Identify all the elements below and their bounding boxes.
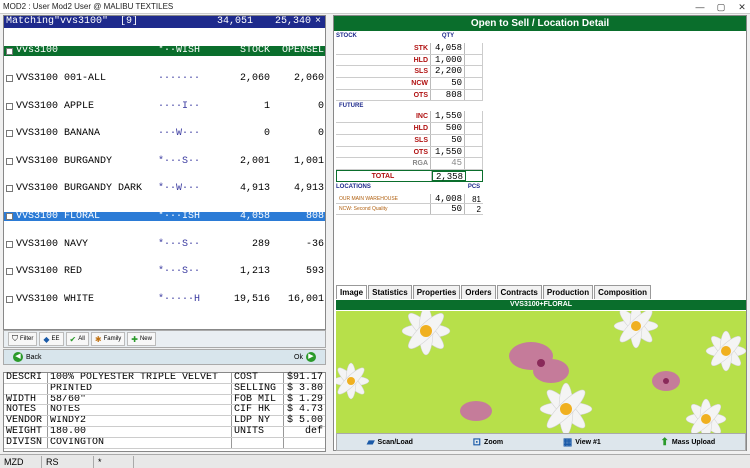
stock-header: STOCK QTY [336, 33, 455, 39]
back-button[interactable]: ◀ Back [10, 352, 42, 362]
status-user: MZD [0, 455, 42, 468]
window-title: MOD2 : User Mod2 User @ MALIBU TEXTILES [3, 2, 174, 11]
row-checkbox[interactable] [6, 295, 13, 303]
zoom-button[interactable]: ⊡ Zoom [473, 437, 503, 448]
list-item[interactable]: VVS3100 BANANA ···W··· 0 0 [4, 129, 325, 139]
plus-icon: ✚ [131, 334, 138, 344]
fabric-image [336, 311, 746, 433]
status-flag: * [94, 455, 134, 468]
future-row: OTS 1,550 [336, 146, 483, 159]
stock-row: HLD 1,000 [336, 54, 483, 67]
item-detail-table: DESCRI 100% POLYESTER TRIPLE VELVET COST $9… [3, 372, 326, 452]
detail-row: PRINTED SELLING $ 3.80 [4, 383, 325, 395]
location-row[interactable]: OUR MAIN WAREHOUSE 4,008 81 [336, 193, 483, 205]
scan-load-button[interactable]: ▰ Scan/Load [367, 437, 413, 448]
locations-header: LOCATIONS PCS [336, 183, 481, 190]
detail-row: DIVISN COVINGTON [4, 437, 325, 449]
zoom-icon: ⊡ [472, 436, 482, 448]
total-opensel: 25,340 [274, 16, 311, 27]
total-stock: 34,051 [216, 16, 253, 27]
tab-statistics[interactable]: Statistics [368, 285, 412, 299]
list-item-selected[interactable]: VVS3100 FLORAL *···ISH 4,058 808 [4, 211, 325, 222]
star-icon: ✱ [94, 334, 102, 344]
tab-production[interactable]: Production [542, 285, 594, 299]
tag-icon: ◆ [43, 334, 50, 344]
future-header: FUTURE [339, 103, 364, 110]
tab-composition[interactable]: Composition [594, 285, 651, 299]
row-checkbox[interactable] [6, 75, 13, 83]
maximize-icon[interactable]: ▢ [713, 1, 729, 13]
list-item[interactable]: VVS3100 BURGANDY DARK *··W··· 4,913 4,913 [4, 184, 325, 194]
title-bar: MOD2 : User Mod2 User @ MALIBU TEXTILES … [0, 0, 750, 14]
family-button[interactable]: ✱ Family [90, 332, 126, 346]
ots-table: STOCK QTY STK 4,058 HLD 1,000 SLS 2,200 NCW 5… [336, 33, 483, 215]
ots-title: Open to Sell / Location Detail [334, 16, 746, 31]
stock-row: NCW 50 [336, 78, 483, 90]
tab-orders[interactable]: Orders [461, 285, 496, 299]
nav-bar: ◀ Back Ok ▶ [3, 349, 326, 365]
future-row: RGA 45 [336, 158, 483, 170]
mass-upload-button[interactable]: ⬆ Mass Upload [661, 437, 716, 448]
ee-button[interactable]: ◆ EE [39, 332, 64, 346]
list-item[interactable]: VVS3100 001-ALL ······· 2,060 2,060 [4, 73, 325, 84]
detail-row: WEIGHT 180.00 UNITS def [4, 425, 325, 438]
filter-button[interactable]: ⛉ Filter [8, 332, 38, 346]
status-mode: RS [42, 455, 94, 468]
detail-row: DESCRI 100% POLYESTER TRIPLE VELVET COST $9… [4, 372, 325, 384]
list-item[interactable]: VVS3100 RED *···S·· 1,213 593 [4, 267, 325, 277]
image-caption: VVS3100+FLORAL [336, 300, 746, 310]
ok-arrow-icon: ▶ [306, 352, 316, 362]
row-checkbox[interactable] [6, 240, 13, 248]
list-item[interactable]: VVS3100 APPLE ····I·· 1 0 [4, 101, 325, 111]
ok-button[interactable]: Ok ▶ [294, 352, 319, 362]
row-checkbox[interactable] [6, 47, 13, 55]
list-item[interactable]: VVS3100 NAVY *···S·· 289 -36 [4, 239, 325, 249]
matching-list-panel: Matching"vvs3100" [9] 34,051 25,340 × vv… [3, 15, 326, 330]
check-icon: ✔ [69, 334, 77, 344]
row-checkbox[interactable] [6, 268, 13, 276]
list-title: Matching"vvs3100" [9] [6, 16, 139, 27]
total-row: TOTAL 2,358 [336, 169, 483, 182]
future-row: INC 1,550 [336, 111, 483, 124]
tab-contracts[interactable]: Contracts [496, 285, 542, 299]
list-toolbar: ⛉ Filter ◆ EE ✔ All ✱ Family ✚ New [3, 330, 326, 348]
view-button[interactable]: ▦ View #1 [563, 437, 601, 448]
future-row: SLS 50 [336, 134, 483, 147]
detail-row: NOTES NOTES CIF HK $ 4.73 [4, 404, 325, 417]
scanner-icon: ▰ [366, 436, 375, 448]
new-button[interactable]: ✚ New [127, 332, 156, 346]
row-checkbox[interactable] [6, 130, 13, 138]
grid-icon: ▦ [562, 436, 573, 448]
row-checkbox[interactable] [6, 102, 13, 110]
location-row[interactable]: NCW: Second Quality 50 2 [336, 204, 483, 215]
row-checkbox[interactable] [6, 185, 13, 193]
back-arrow-icon: ◀ [13, 352, 23, 362]
list-item[interactable]: VVS3100 BURGANDY *···S·· 2,001 1,001 [4, 156, 325, 166]
stock-row: SLS 2,200 [336, 66, 483, 79]
tab-image[interactable]: Image [336, 285, 368, 299]
floral-pattern-image [336, 311, 746, 433]
item-list: vvs3100 *··WISH STOCK OPENSEL VVS3100 001-AL… [4, 28, 325, 322]
detail-row: WIDTH 58/60" FOB MIL $ 1.29 [4, 393, 325, 406]
list-item[interactable]: VVS3100 WHITE *·····H 19,516 16,001 [4, 294, 325, 304]
minimize-icon[interactable]: — [692, 1, 708, 13]
detail-tabs: Image Statistics Properties Orders Contr… [336, 285, 652, 299]
image-toolbar: ▰ Scan/Load ⊡ Zoom ▦ View #1 ⬆ Mass Upload [336, 433, 746, 451]
upload-arrow-icon: ⬆ [660, 436, 669, 448]
tab-properties[interactable]: Properties [412, 285, 461, 299]
list-close-icon[interactable]: × [311, 16, 325, 28]
list-header-row[interactable]: vvs3100 *··WISH STOCK OPENSEL [4, 46, 325, 56]
list-header: Matching"vvs3100" [9] 34,051 25,340 × [4, 16, 325, 28]
detail-row: VENDOR WINDY2 LDP NY $ 5.00 [4, 415, 325, 427]
stock-row: STK 4,058 [336, 43, 483, 55]
future-row: HLD 500 [336, 123, 483, 135]
row-checkbox[interactable] [6, 157, 13, 165]
close-icon[interactable]: ✕ [734, 1, 750, 13]
row-checkbox[interactable] [6, 213, 13, 221]
filter-icon: ⛉ [12, 334, 18, 343]
all-button[interactable]: ✔ All [65, 332, 89, 346]
stock-row: OTS 808 [336, 89, 483, 102]
status-bar: MZD RS * [0, 454, 750, 468]
